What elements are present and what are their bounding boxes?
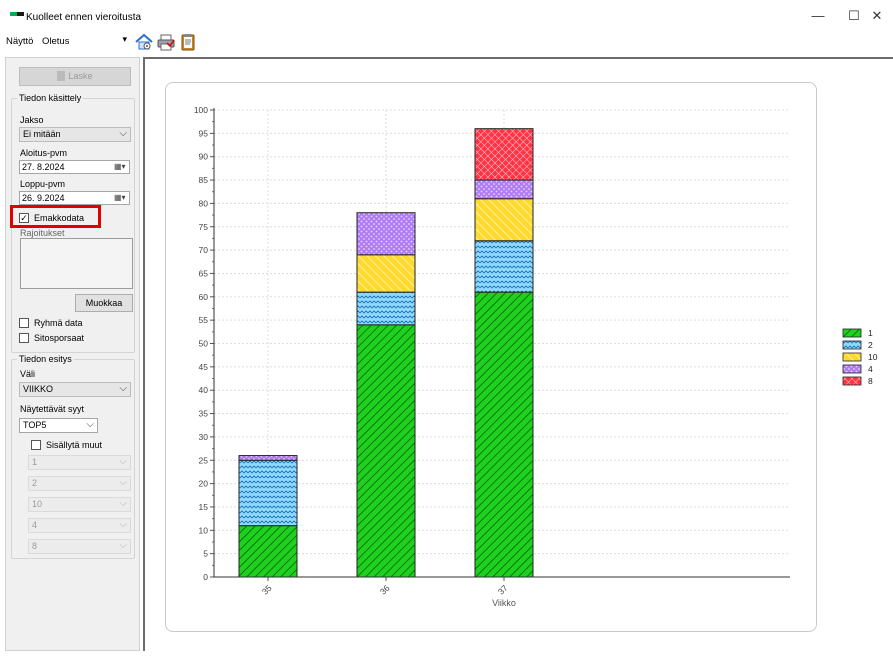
bar-segment-37-2[interactable] [474, 240, 534, 293]
bar-segment-36-10[interactable] [356, 254, 416, 293]
y-tick-label: 65 [199, 268, 209, 278]
y-tick-label: 30 [199, 432, 209, 442]
y-tick-label: 90 [199, 152, 209, 162]
bar-segment-37-10[interactable] [474, 198, 534, 242]
legend-swatch [842, 376, 862, 386]
y-tick-label: 80 [199, 198, 209, 208]
bar-segment-36-4[interactable] [356, 212, 416, 256]
bar-segment-37-1[interactable] [474, 291, 534, 578]
y-tick-label: 0 [203, 572, 208, 582]
legend-label: 8 [868, 376, 873, 386]
y-tick-label: 35 [199, 409, 209, 419]
x-axis-label: Viikko [492, 598, 516, 608]
y-tick-label: 15 [199, 502, 209, 512]
stacked-bar-chart: 0 5 10 15 20 25 30 35 40 45 50 55 60 65 70 75 80 85 90 95 10… [194, 105, 878, 608]
y-tick-label: 50 [199, 339, 209, 349]
y-tick-label: 60 [199, 292, 209, 302]
x-tick-label: 35 [260, 583, 274, 597]
y-tick-label: 85 [199, 175, 209, 185]
y-tick-label: 45 [199, 362, 209, 372]
y-tick-label: 75 [199, 222, 209, 232]
legend-label: 10 [868, 352, 878, 362]
y-tick-label: 55 [199, 315, 209, 325]
y-tick-label: 5 [203, 549, 208, 559]
bar-segment-37-4[interactable] [474, 179, 534, 200]
x-tick-label: 36 [378, 583, 392, 597]
bar-segment-36-1[interactable] [356, 324, 416, 578]
bar-segment-35-2[interactable] [238, 459, 298, 527]
x-tick-label: 37 [496, 583, 510, 597]
y-tick-label: 20 [199, 479, 209, 489]
legend-swatch [842, 328, 862, 338]
y-tick-label: 25 [199, 455, 209, 465]
legend-swatch [842, 364, 862, 374]
y-tick-label: 40 [199, 385, 209, 395]
bar-segment-37-8[interactable] [474, 128, 534, 181]
legend-label: 2 [868, 340, 873, 350]
bar-segment-35-1[interactable] [238, 525, 298, 578]
legend-label: 1 [868, 328, 873, 338]
y-tick-label: 10 [199, 525, 209, 535]
bar-segment-36-2[interactable] [356, 291, 416, 326]
legend-swatch [842, 352, 862, 362]
y-tick-label: 100 [194, 105, 208, 115]
legend-swatch [842, 340, 862, 350]
y-tick-label: 70 [199, 245, 209, 255]
y-tick-label: 95 [199, 128, 209, 138]
legend-label: 4 [868, 364, 873, 374]
bar-segment-35-4[interactable] [238, 455, 298, 461]
